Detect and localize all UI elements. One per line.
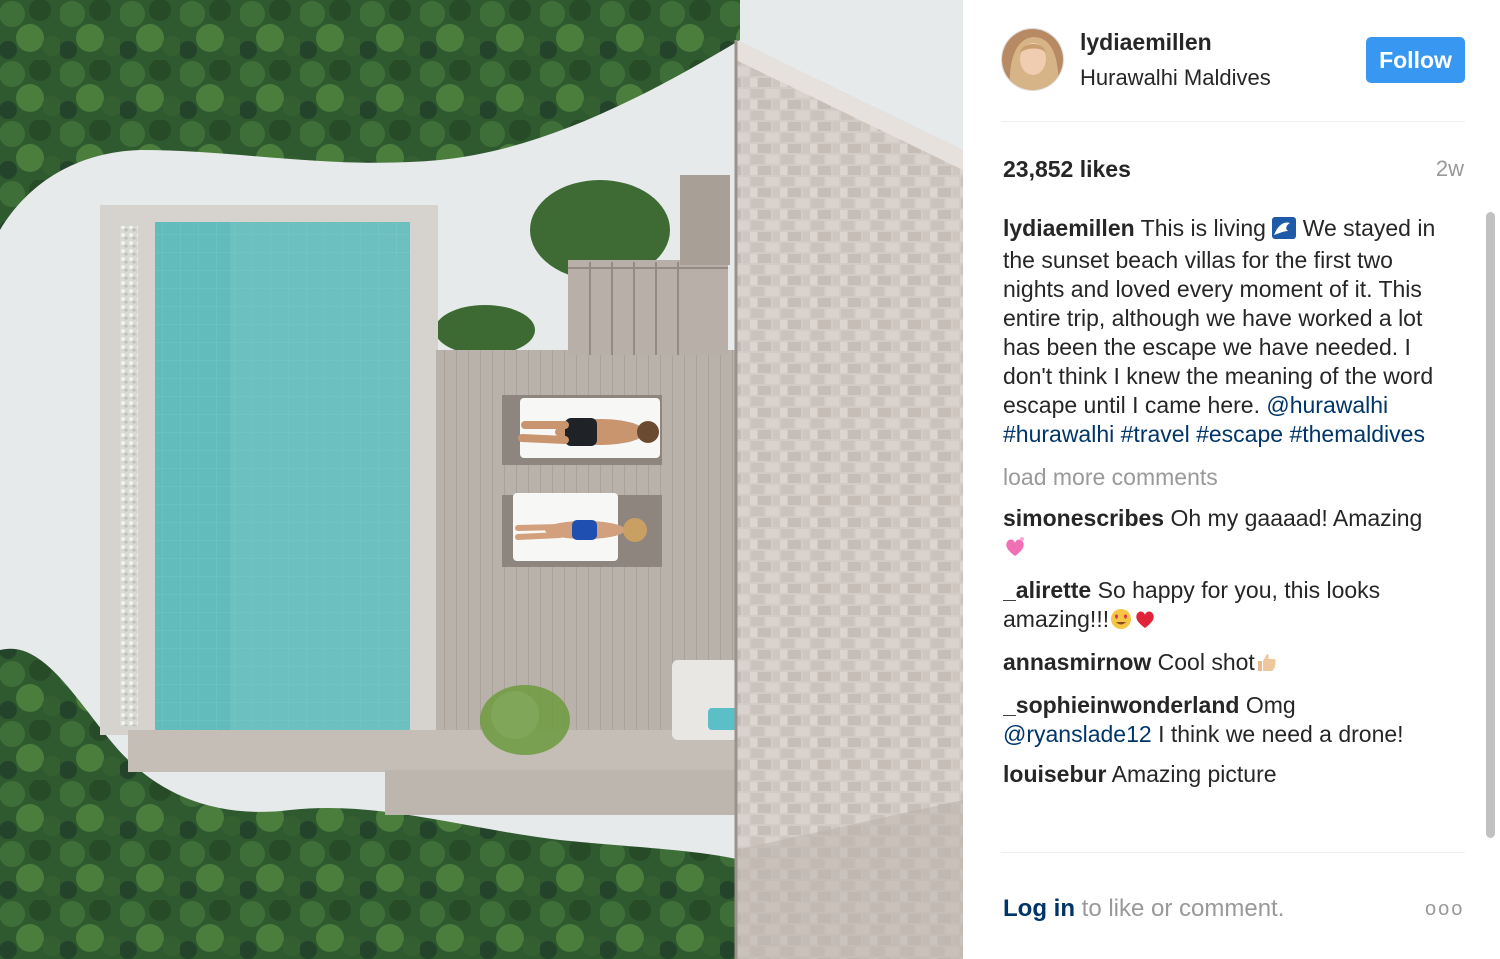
comment-item: _alirette So happy for you, this looks a… — [1003, 576, 1443, 637]
comment-username[interactable]: simonescribes — [1003, 505, 1164, 531]
aerial-villa-image — [0, 0, 963, 959]
footer-divider — [1001, 852, 1465, 853]
caption-tag[interactable]: @hurawalhi — [1266, 392, 1388, 418]
comment-item: annasmirnow Cool shot — [1003, 648, 1443, 680]
follow-button[interactable]: Follow — [1366, 37, 1465, 83]
post-username[interactable]: lydiaemillen — [1080, 29, 1212, 56]
scrollbar-thumb[interactable] — [1486, 212, 1495, 838]
red-heart-icon — [1133, 608, 1157, 637]
comment-text: I think we need a drone! — [1158, 721, 1404, 747]
post-panel: lydiaemillen Hurawalhi Maldives Follow 2… — [963, 0, 1500, 959]
post-header: lydiaemillen Hurawalhi Maldives Follow — [1001, 22, 1465, 122]
caption-username[interactable]: lydiaemillen — [1003, 215, 1135, 241]
comment-text: Cool shot — [1157, 649, 1255, 675]
comment-item: louisebur Amazing picture — [1003, 760, 1443, 789]
login-prompt: Log in to like or comment. — [1003, 895, 1284, 923]
caption-tag[interactable]: #themaldives — [1289, 421, 1425, 447]
comment-item: simonescribes Oh my gaaaad! Amazing — [1003, 504, 1443, 565]
profile-photo-icon — [1002, 29, 1063, 90]
comment-username[interactable]: louisebur — [1003, 761, 1107, 787]
heart-eyes-icon — [1109, 608, 1133, 637]
comment-text: Omg — [1245, 692, 1296, 718]
login-text: to like or comment. — [1081, 895, 1285, 922]
more-options-icon[interactable]: ooo — [1425, 898, 1464, 921]
caption-body: We stayed in the sunset beach villas for… — [1003, 215, 1436, 418]
login-link[interactable]: Log in — [1003, 895, 1075, 922]
comment-item: _sophieinwonderland Omg @ryanslade12 I t… — [1003, 691, 1443, 749]
caption: lydiaemillen This is living We stayed in… — [1003, 214, 1443, 449]
caption-tag[interactable]: #hurawalhi — [1003, 421, 1114, 447]
wave-emoji-icon — [1272, 217, 1297, 246]
comment-text: Oh my gaaaad! Amazing — [1170, 505, 1423, 531]
post-photo[interactable] — [0, 0, 963, 959]
post-location[interactable]: Hurawalhi Maldives — [1080, 65, 1271, 91]
comment-username[interactable]: _sophieinwonderland — [1003, 692, 1239, 718]
sparkling-heart-icon — [1003, 536, 1027, 565]
avatar[interactable] — [1001, 28, 1064, 91]
comment-username[interactable]: _alirette — [1003, 577, 1091, 603]
caption-tag[interactable]: #escape — [1196, 421, 1283, 447]
post-time[interactable]: 2w — [1436, 156, 1464, 182]
likes-count[interactable]: 23,852 likes — [1003, 156, 1131, 183]
comment-text: Amazing picture — [1111, 761, 1277, 787]
caption-text: This is living — [1140, 215, 1266, 241]
comments-scrollbar[interactable] — [1483, 212, 1497, 852]
comment-username[interactable]: annasmirnow — [1003, 649, 1151, 675]
thumbs-up-icon — [1255, 651, 1279, 680]
comment-mention[interactable]: @ryanslade12 — [1003, 721, 1152, 747]
comments-list[interactable]: lydiaemillen This is living We stayed in… — [1003, 214, 1443, 852]
load-more-comments[interactable]: load more comments — [1003, 463, 1443, 492]
caption-tag[interactable]: #travel — [1121, 421, 1190, 447]
